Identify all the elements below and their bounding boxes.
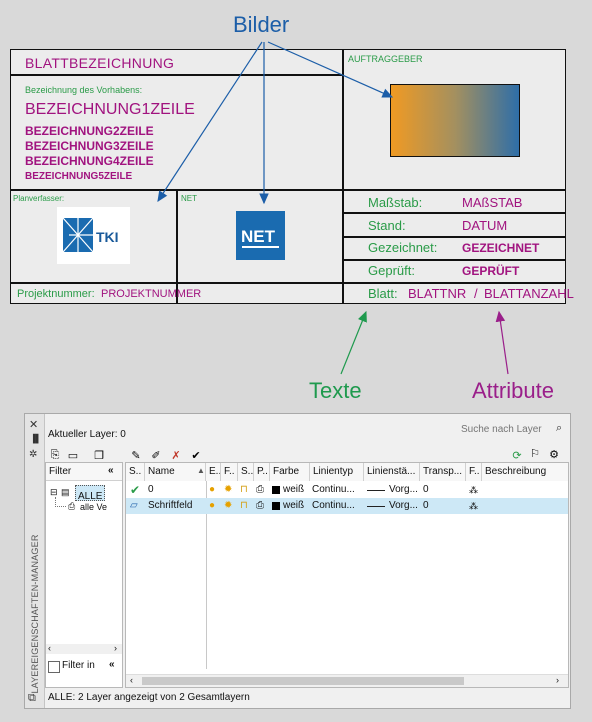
column-header-linetype[interactable]: Linientyp xyxy=(310,463,364,481)
color-name[interactable]: weiß xyxy=(283,498,304,514)
current-layer-label: Aktueller Layer: 0 xyxy=(48,429,126,440)
layer-list-hscrollbar[interactable]: ‹ › xyxy=(126,674,568,687)
search-icon: ⌕ xyxy=(556,422,563,434)
tree-connector xyxy=(55,497,66,507)
color-swatch[interactable] xyxy=(272,486,280,494)
palette-sidebar: ✕ ▐▌ ✲ LAYEREIGENSCHAFTEN-MANAGER ⧉ xyxy=(25,414,45,708)
status-text: ALLE: 2 Layer angezeigt von 2 Gesamtlaye… xyxy=(48,692,250,703)
scroll-left-icon[interactable]: ‹ xyxy=(48,643,51,653)
column-header-color[interactable]: Farbe xyxy=(270,463,310,481)
scroll-right-icon[interactable]: › xyxy=(114,643,117,653)
scrollbar-thumb[interactable] xyxy=(142,677,464,685)
unlock-icon[interactable]: ⊓ xyxy=(240,498,248,514)
refresh-icon[interactable]: ⟳ xyxy=(509,448,525,462)
filter-header-label: Filter xyxy=(49,466,72,477)
layer-status-icon: ▱ xyxy=(130,500,138,511)
linetype[interactable]: Continu... xyxy=(312,498,355,514)
filter-header: Filter « xyxy=(46,463,122,481)
filter-invert-checkbox[interactable] xyxy=(48,661,60,673)
column-header-status[interactable]: S.. xyxy=(126,463,145,481)
layer-manager-panel: ✕ ▐▌ ✲ LAYEREIGENSCHAFTEN-MANAGER ⧉ Aktu… xyxy=(24,413,571,709)
new-layer-icon[interactable]: ✎ xyxy=(128,448,144,462)
group-filter-icon[interactable]: ▭ xyxy=(65,448,81,462)
search-box[interactable]: ⌕ xyxy=(459,422,569,438)
arrow-bilder-tki xyxy=(157,41,263,203)
printer-icon[interactable]: ⎙ xyxy=(256,482,264,498)
palette-title: LAYEREIGENSCHAFTEN-MANAGER xyxy=(30,534,40,694)
lineweight[interactable]: Vorg... xyxy=(389,498,418,514)
transparency[interactable]: 0 xyxy=(423,498,429,514)
printer-icon[interactable]: ⎙ xyxy=(256,498,264,514)
column-header-on[interactable]: E.. xyxy=(206,463,221,481)
column-header-lock[interactable]: S.. xyxy=(238,463,254,481)
layer-name[interactable]: Schriftfeld xyxy=(148,498,192,514)
lineweight-line xyxy=(367,490,385,491)
autohide-icon[interactable]: ▐▌ xyxy=(30,434,41,443)
new-vp-layer-icon[interactable]: ✐ xyxy=(148,448,164,462)
collapse-filter-button[interactable]: « xyxy=(108,465,114,476)
scroll-right-icon[interactable]: › xyxy=(556,675,559,685)
table-row[interactable]: ✔ 0 ● ✹ ⊓ ⎙ weiß Continu... Vorg... 0 ⁂ xyxy=(126,482,568,498)
table-row-selected[interactable]: ▱ Schriftfeld ● ✹ ⊓ ⎙ weiß Continu... Vo… xyxy=(126,498,568,514)
search-input[interactable] xyxy=(459,422,559,436)
lineweight[interactable]: Vorg... xyxy=(389,482,418,498)
tree-item-alle[interactable]: ALLE xyxy=(75,485,106,502)
current-check-icon: ✔ xyxy=(130,483,141,497)
layer-name[interactable]: 0 xyxy=(148,482,154,498)
column-header-description[interactable]: Beschreibung xyxy=(482,463,568,481)
column-header-plot[interactable]: P.. xyxy=(254,463,270,481)
lineweight-line xyxy=(367,506,385,507)
column-header-freeze[interactable]: F.. xyxy=(221,463,238,481)
arrow-bilder-gradient xyxy=(267,41,394,98)
filter-invert-label: Filter in xyxy=(62,660,95,671)
close-icon[interactable]: ✕ xyxy=(29,418,38,431)
column-header-lineweight[interactable]: Linienstä... xyxy=(364,463,420,481)
sun-thaw-icon[interactable]: ✹ xyxy=(224,498,232,514)
settings-small-icon[interactable]: ⚐ xyxy=(527,446,543,460)
collapse-bottom-button[interactable]: « xyxy=(109,659,115,670)
tree-item-alle-label: ALLE xyxy=(78,491,103,502)
arrow-texte xyxy=(340,310,367,375)
unlock-icon[interactable]: ⊓ xyxy=(240,482,248,498)
layer-states-icon[interactable]: ❐ xyxy=(91,448,107,462)
palette-layer-icon[interactable]: ⧉ xyxy=(28,692,36,705)
new-vp-freeze-icon[interactable]: ⁂ xyxy=(469,482,478,498)
layer-list: S.. Name ▲ E.. F.. S.. P.. Farbe Linient… xyxy=(125,462,569,688)
color-swatch[interactable] xyxy=(272,502,280,510)
set-current-icon[interactable]: ✔ xyxy=(188,448,204,462)
filter-hscrollbar[interactable]: ‹ › xyxy=(46,643,122,654)
new-filter-icon[interactable]: ⎘ xyxy=(47,448,63,462)
linetype[interactable]: Continu... xyxy=(312,482,355,498)
column-header-freeze-vp[interactable]: F.. xyxy=(466,463,482,481)
scroll-left-icon[interactable]: ‹ xyxy=(130,675,133,685)
bulb-on-icon[interactable]: ● xyxy=(209,498,215,514)
sort-arrow-icon: ▲ xyxy=(197,466,205,475)
tree-item-alle-ve[interactable]: alle Ve xyxy=(80,502,107,512)
bulb-on-icon[interactable]: ● xyxy=(209,482,215,498)
delete-layer-icon[interactable]: ✗ xyxy=(168,448,184,462)
filter-tree-panel: Filter « ⊟ ▤ ALLE ⎙ alle Ve ‹ › xyxy=(45,462,123,688)
sun-thaw-icon[interactable]: ✹ xyxy=(224,482,232,498)
gear-icon[interactable]: ⚙ xyxy=(546,447,562,461)
color-name[interactable]: weiß xyxy=(283,482,304,498)
arrow-attribute xyxy=(495,310,509,375)
column-header-transparency[interactable]: Transp... xyxy=(420,463,466,481)
transparency[interactable]: 0 xyxy=(423,482,429,498)
filter-item-icon: ⎙ xyxy=(68,501,76,511)
new-vp-freeze-icon[interactable]: ⁂ xyxy=(469,498,478,514)
properties-icon[interactable]: ✲ xyxy=(29,449,37,460)
